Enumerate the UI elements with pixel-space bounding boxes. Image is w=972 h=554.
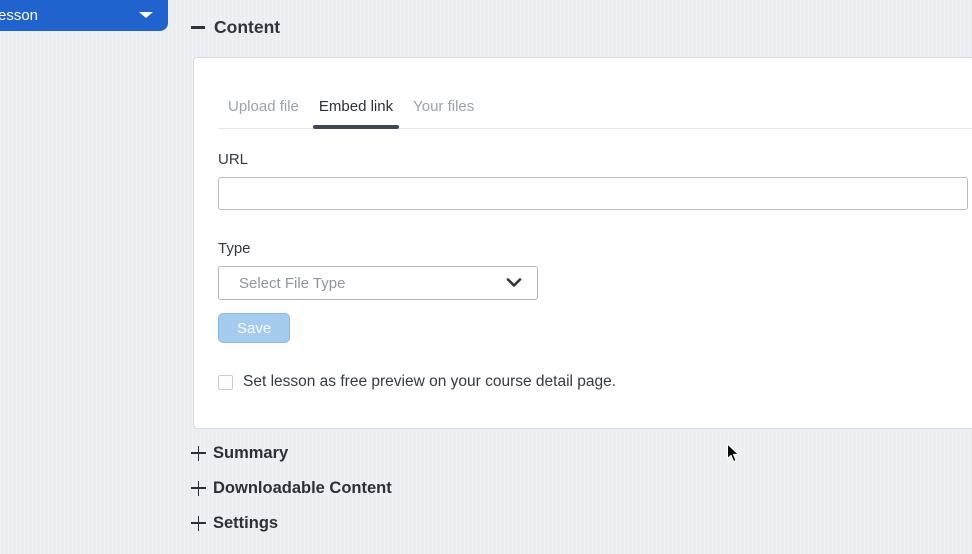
chevron-down-icon (139, 12, 153, 18)
plus-icon (191, 515, 206, 531)
tab-embed-link[interactable]: Embed link (309, 90, 403, 129)
free-preview-checkbox[interactable] (218, 374, 233, 390)
content-tabs: Upload file Embed link Your files (218, 58, 972, 129)
url-input[interactable] (218, 177, 968, 210)
save-button[interactable]: Save (218, 313, 291, 343)
lesson-dropdown-label: esson (0, 7, 39, 24)
free-preview-row: Set lesson as free preview on your cours… (218, 373, 968, 391)
url-label: URL (218, 151, 249, 168)
accordion-summary[interactable]: Summary (191, 444, 392, 462)
file-type-select[interactable]: Select File Type (218, 266, 538, 300)
file-type-select-value: Select File Type (239, 274, 346, 292)
mouse-cursor (726, 443, 739, 463)
summary-section-title: Summary (213, 443, 289, 462)
settings-section-title: Settings (213, 513, 279, 532)
accordion-settings[interactable]: Settings (191, 514, 392, 532)
tab-upload-file[interactable]: Upload file (218, 90, 309, 128)
type-label: Type (218, 240, 251, 257)
content-section-title: Content (214, 17, 281, 37)
free-preview-label[interactable]: Set lesson as free preview on your cours… (243, 373, 616, 391)
lesson-dropdown-button[interactable]: esson (0, 0, 168, 31)
minus-icon (191, 26, 205, 29)
plus-icon (191, 480, 206, 496)
collapsed-sections: Summary Downloadable Content Settings (191, 444, 392, 549)
downloadable-content-section-title: Downloadable Content (213, 478, 392, 497)
content-accordion-header[interactable]: Content (191, 17, 280, 38)
plus-icon (191, 445, 206, 461)
content-card: Upload file Embed link Your files URL Ty… (193, 57, 972, 429)
accordion-downloadable-content[interactable]: Downloadable Content (191, 479, 392, 497)
tab-your-files[interactable]: Your files (403, 90, 484, 128)
chevron-down-icon (506, 278, 522, 287)
